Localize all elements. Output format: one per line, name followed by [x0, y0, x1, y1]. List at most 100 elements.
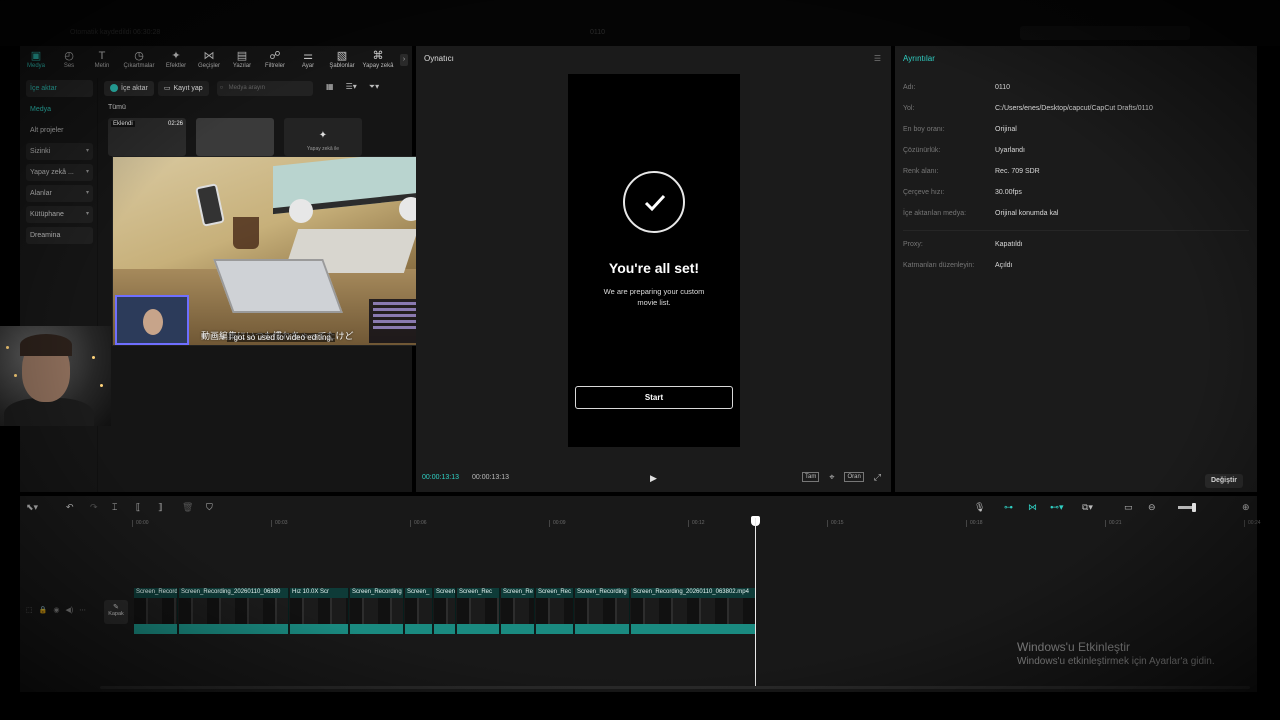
fullscreen-icon[interactable]: ⤢ [872, 472, 883, 482]
ruler-tick: 00:12 [688, 520, 705, 527]
split-icon[interactable]: ⌶ [112, 502, 117, 513]
grid-view-icon[interactable]: ▦ [326, 82, 334, 92]
detail-key: Renk alanı: [903, 168, 939, 175]
crop-icon[interactable]: ⌖ [827, 472, 836, 482]
menu-icon[interactable]: ☰ [874, 54, 881, 63]
tab-label: Efektler [165, 63, 187, 69]
record-button[interactable]: ▭ Kayıt yap [157, 80, 209, 96]
timeline-clip[interactable]: Screen_Rec [536, 588, 574, 634]
tab-effects[interactable]: ✦ Efektler [160, 46, 192, 76]
media-thumb-1[interactable]: Eklendi 02:26 [108, 118, 186, 156]
tab-label: Yapay zekâ [362, 63, 394, 69]
microphone-icon[interactable]: 🎙 [974, 502, 985, 513]
zoom-out-icon[interactable]: ⊖ [1148, 502, 1156, 513]
timeline-clip[interactable]: Screen_Recording [575, 588, 630, 634]
filter-all-label[interactable]: Tümü [108, 104, 126, 111]
sidebar-item-media[interactable]: Medya [26, 101, 93, 118]
timeline-clip[interactable]: Screen_Record [134, 588, 178, 634]
zoom-in-icon[interactable]: ⊕ [1242, 502, 1250, 513]
tab-text[interactable]: T Metin [86, 46, 118, 76]
sidebar-item-subprojects[interactable]: Alt projeler [26, 122, 93, 139]
clip-name: Screen_Recording_20260110_063802.mp4 [633, 589, 749, 595]
eye-icon[interactable]: ◉ [53, 606, 59, 614]
timeline-ruler[interactable]: 00:00 00:03 00:06 00:09 00:12 00:15 00:1… [132, 518, 1261, 530]
import-button[interactable]: İçe aktar [104, 80, 154, 96]
sidebar-item-label: Medya [30, 106, 52, 113]
templates-icon: ▧ [336, 50, 348, 62]
select-tool-icon[interactable]: ⬉▾ [26, 502, 38, 513]
timeline-clip[interactable]: Screen_Re [501, 588, 535, 634]
sidebar-item-yours[interactable]: Sizinki ▾ [26, 143, 93, 160]
lock-icon[interactable]: 🔒 [39, 606, 48, 614]
playhead[interactable] [755, 518, 756, 688]
tab-templates[interactable]: ▧ Şablonlar [325, 46, 359, 76]
tab-label: Şablonlar [329, 63, 355, 69]
magnet-icon[interactable]: ⋈ [1028, 502, 1037, 513]
split-left-icon[interactable]: ⟦ [136, 502, 140, 513]
preview-axis-icon[interactable]: ⧉▾ [1082, 502, 1093, 513]
link-icon[interactable]: ⊷▾ [1050, 502, 1064, 513]
sidebar-item-label: Sizinki [30, 148, 51, 155]
tab-audio[interactable]: ◴ Ses [53, 46, 85, 76]
clip-name: Screen_Recording [577, 589, 627, 595]
more-icon[interactable]: ⋯ [79, 606, 86, 614]
sidebar-item-label: Yapay zekâ ... [30, 169, 74, 176]
sidebar-item-label: Dreamina [30, 232, 61, 239]
speaker-icon[interactable]: ◀) [65, 606, 73, 614]
caption-icon[interactable]: ▭ [1124, 502, 1133, 513]
filter-icon[interactable]: ⏷▾ [369, 82, 379, 92]
undo-icon[interactable]: ↶ [66, 502, 74, 513]
tab-adjust[interactable]: ⚌ Ayar [292, 46, 324, 76]
ruler-tick: 00:09 [549, 520, 566, 527]
timeline-clip[interactable]: Screen [434, 588, 456, 634]
sidebar-item-dreamina[interactable]: Dreamina [26, 227, 93, 244]
timeline-scrollbar[interactable] [100, 686, 1250, 689]
play-icon[interactable]: ▶ [650, 473, 657, 484]
cover-button[interactable]: ✎ Kapak [104, 600, 128, 624]
media-search-input[interactable]: Medya arayın [216, 80, 313, 96]
timeline-clip[interactable]: Screen_Recording_20260110_063802.mp4 [631, 588, 756, 634]
timeline-clip[interactable]: Screen_Recording [350, 588, 404, 634]
tab-label: Metin [94, 63, 110, 69]
sidebar-item-import[interactable]: İçe aktar [26, 80, 93, 97]
tab-ai[interactable]: ⌘ Yapay zekâ [360, 46, 396, 76]
ratio-button[interactable]: Oran [844, 472, 864, 482]
link-main-track-icon[interactable]: ⊶ [1004, 502, 1013, 513]
tab-filters[interactable]: ☍ Filtreler [259, 46, 291, 76]
window-actions[interactable] [1020, 26, 1190, 40]
timeline-clip[interactable]: Hız 10.0X Scr [290, 588, 349, 634]
tab-stickers[interactable]: ◷ Çıkartmalar [119, 46, 159, 76]
split-right-icon[interactable]: ⟧ [158, 502, 162, 513]
detail-value: Kapatıldı [995, 241, 1023, 248]
captions-icon: ▤ [236, 50, 248, 62]
sidebar-item-library[interactable]: Kütüphane ▾ [26, 206, 93, 223]
start-button[interactable]: Start [575, 386, 733, 409]
sidebar-item-spaces[interactable]: Alanlar ▾ [26, 185, 93, 202]
timeline-clip[interactable]: Screen_Recording_20260110_06380 [179, 588, 289, 634]
zoom-knob[interactable] [1192, 503, 1196, 512]
tab-captions[interactable]: ▤ Yazılar [226, 46, 258, 76]
ruler-tick: 00:24 [1244, 520, 1261, 527]
tab-label: Çıkartmalar [123, 63, 155, 69]
sticker-icon: ◷ [134, 50, 144, 62]
project-title: 0110 [590, 29, 606, 36]
tab-transitions[interactable]: ⋈ Geçişler [193, 46, 225, 76]
media-icon: ▣ [30, 50, 42, 62]
fullscreen-quality-button[interactable]: Tam [802, 472, 820, 482]
tabs-scroll-right-icon[interactable]: › [400, 54, 408, 66]
clip-name: Screen [436, 589, 456, 595]
sort-icon[interactable]: ☰▾ [346, 82, 357, 92]
change-button[interactable]: Değiştir [1204, 474, 1243, 488]
tab-label: Ayar [301, 63, 315, 69]
timeline-clip[interactable]: Screen_Rec [457, 588, 500, 634]
checkmark-icon [623, 171, 685, 233]
shield-icon[interactable]: ⛉ [206, 502, 213, 513]
timeline-clip[interactable]: Screen_ [405, 588, 433, 634]
ai-generate-thumb[interactable]: ✦ Yapay zekâ ile [284, 118, 362, 156]
delete-icon[interactable]: 🗑 [182, 502, 193, 513]
redo-icon[interactable]: ↷ [90, 502, 98, 513]
tab-media[interactable]: ▣ Medya [20, 46, 52, 76]
track-preview-icon[interactable]: ⬚ [26, 606, 33, 614]
sidebar-item-ai[interactable]: Yapay zekâ ... ▾ [26, 164, 93, 181]
media-thumb-2[interactable] [196, 118, 274, 156]
